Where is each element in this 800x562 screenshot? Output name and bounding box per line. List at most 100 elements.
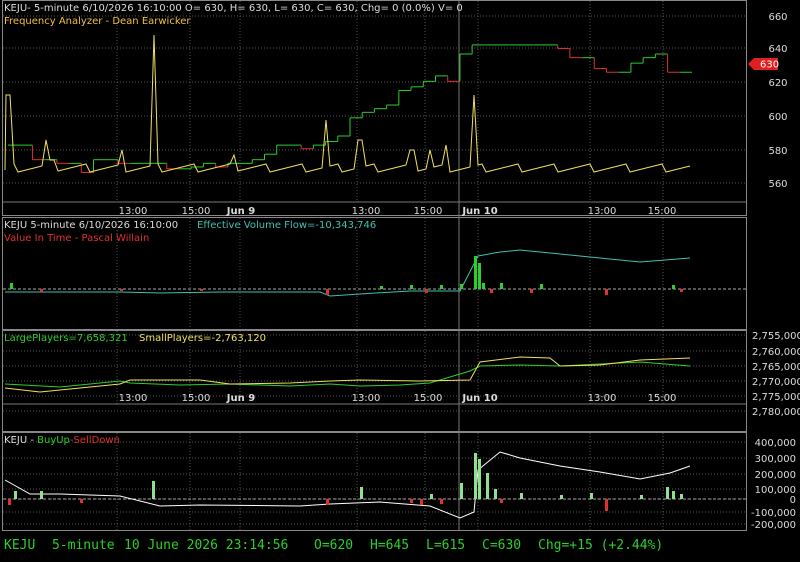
buyup-bar	[500, 499, 503, 503]
buyup-bar	[486, 473, 489, 499]
buyup-tick-label: 400,000	[755, 438, 796, 449]
large-players-label: LargePlayers=7,658,321	[4, 333, 128, 344]
status-datetime: 10 June 2026 23:14:56	[124, 538, 289, 553]
price-tick-label: 560	[768, 179, 787, 190]
time-tick-label: 15:00	[182, 393, 211, 404]
buyup-panel-border	[2, 432, 747, 531]
frequency-analyzer-line	[4, 34, 691, 173]
vit-bar	[410, 285, 413, 289]
status-open: O=620	[314, 538, 354, 553]
players-tick-label: 2,780,000	[752, 407, 800, 418]
buyup-bar	[14, 491, 17, 499]
grid-lines	[3, 1, 746, 530]
value-in-time-label: Value In Time - Pascal Willain	[4, 233, 149, 244]
vit-bar	[425, 289, 428, 293]
buyup-tick-label: 300,000	[755, 454, 796, 465]
last-price-tag: 630	[748, 58, 779, 71]
vit-bar	[478, 263, 481, 289]
players-tick-label: 2,760,000	[752, 347, 800, 358]
vit-bar	[440, 285, 443, 289]
time-tick-label: Jun 10	[461, 206, 497, 217]
panel-borders	[2, 0, 747, 531]
buyup-tick-label: -100,000	[751, 508, 796, 519]
vit-bar	[40, 289, 43, 292]
time-tick-label: 13:00	[352, 206, 381, 217]
vit-bar	[380, 286, 383, 289]
buyup-bar	[430, 494, 433, 499]
vit-bar	[530, 289, 533, 293]
status-interval: 5-minute	[52, 538, 115, 553]
vit-bar	[474, 256, 477, 289]
time-tick-label: Jun 10	[461, 393, 497, 404]
chart-canvas: 660 640 620 600 580 560 13:00 15:00 Jun 9 13:00 15…	[2, 0, 800, 531]
status-change: Chg=+15 (+2.44%)	[538, 538, 664, 553]
buyup-bar	[590, 493, 593, 499]
vit-bar	[672, 285, 675, 289]
buyup-tick-label: -200,000	[751, 520, 796, 531]
vit-panel-header: KEJU 5-minute 6/10/2026 16:10:00	[4, 220, 178, 231]
time-tick-label: 15:00	[648, 206, 677, 217]
time-tick-label: 13:00	[119, 206, 148, 217]
buyup-selldown-label: KEJU - BuyUp-SellDown	[4, 435, 120, 446]
buyup-bar	[8, 499, 11, 505]
time-tick-label: 15:00	[414, 393, 443, 404]
players-tick-label: 2,755,000	[752, 331, 800, 342]
price-tick-label: 660	[768, 12, 787, 23]
status-bar: KEJU 5-minute 10 June 2026 23:14:56 O=62…	[0, 532, 800, 562]
selldown-word: SellDown	[74, 435, 120, 446]
buyup-tick-label: 0	[790, 495, 796, 506]
buyup-bar	[560, 495, 563, 499]
buyup-bar	[152, 481, 155, 499]
time-tick-label: 13:00	[352, 393, 381, 404]
time-tick-label: 15:00	[648, 393, 677, 404]
buyup-word: BuyUp	[37, 435, 70, 446]
buyup-bar	[605, 499, 608, 511]
vit-bar	[326, 289, 329, 295]
players-tick-label: 2,765,000	[752, 362, 800, 373]
price-panel-header: KEJU- 5-minute 6/10/2026 16:10:00 O= 630…	[4, 3, 463, 14]
time-tick-label: Jun 9	[226, 393, 255, 404]
price-tick-label: 620	[768, 78, 787, 89]
vit-bar	[605, 289, 608, 295]
buyup-symbol: KEJU -	[4, 435, 37, 446]
vit-bar	[482, 283, 485, 289]
buyup-bar	[40, 491, 43, 499]
effective-volume-flow-line	[5, 249, 691, 297]
buyup-bar	[680, 494, 683, 499]
time-tick-label: 13:00	[119, 393, 148, 404]
buyup-bar	[440, 499, 443, 504]
status-high: H=645	[370, 538, 410, 553]
vit-bar	[540, 284, 543, 289]
time-tick-label: 13:00	[588, 206, 617, 217]
vit-bar	[680, 289, 683, 292]
vit-bar	[460, 284, 463, 289]
vit-bar	[10, 283, 13, 289]
small-players-label: SmallPlayers=-2,763,120	[139, 333, 266, 344]
players-tick-label: 2,770,000	[752, 377, 800, 388]
buyup-tick-label: 200,000	[755, 470, 796, 481]
status-close: C=630	[482, 538, 522, 553]
buyup-bar	[520, 493, 523, 499]
time-tick-label: 13:00	[588, 393, 617, 404]
vit-bar	[490, 289, 493, 293]
players-tick-label: 2,775,000	[752, 392, 800, 403]
buyup-bar	[672, 491, 675, 499]
buyup-bar	[666, 487, 669, 499]
buyup-bar	[640, 495, 643, 499]
buyup-bar	[460, 483, 463, 499]
buyup-bar	[494, 489, 497, 499]
time-tick-label: 15:00	[414, 206, 443, 217]
vit-bar	[200, 289, 203, 291]
vit-bar	[120, 289, 123, 291]
time-tick-label: 15:00	[182, 206, 211, 217]
frequency-analyzer-label: Frequency Analyzer - Dean Earwicker	[4, 16, 191, 27]
buyup-bar	[410, 499, 413, 503]
small-players-line	[4, 356, 691, 393]
buyup-cumulative-line	[4, 451, 691, 519]
buyup-bar	[474, 453, 477, 499]
status-low: L=615	[426, 538, 466, 553]
price-tag-label: 630	[760, 60, 779, 71]
buyup-bar	[80, 499, 83, 503]
status-symbol: KEJU	[4, 538, 36, 553]
effective-volume-flow-label: Effective Volume Flow=-10,343,746	[197, 220, 376, 231]
